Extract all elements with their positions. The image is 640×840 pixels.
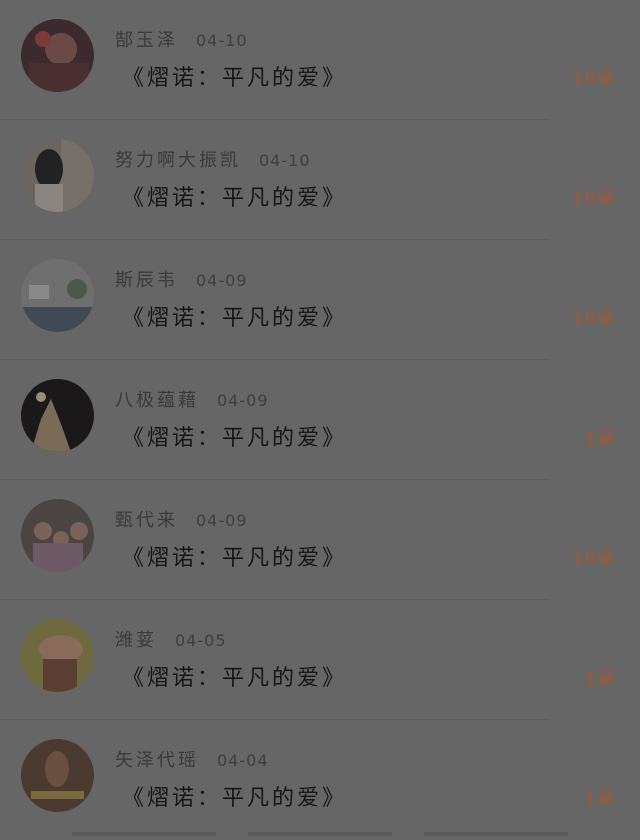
book-title[interactable]: 《熠诺：平凡的爱》 [122,180,347,212]
user-name: 八极蕴藉 04-09 [115,390,269,411]
avatar[interactable] [21,259,94,332]
gift-date: 04-10 [196,31,248,50]
book-title[interactable]: 《熠诺：平凡的爱》 [122,780,347,812]
flower-count: 10朵 [572,548,616,569]
avatar[interactable] [21,739,94,812]
avatar[interactable] [21,619,94,692]
gift-date: 04-09 [217,391,269,410]
flower-count: 1朵 [584,428,616,449]
user-name: 斯辰韦 04-09 [115,270,248,291]
gift-date: 04-10 [259,151,311,170]
book-title[interactable]: 《熠诺：平凡的爱》 [122,420,347,452]
flower-count: 10朵 [572,68,616,89]
flower-count: 10朵 [572,308,616,329]
list-item[interactable]: 甄代来 04-09 《熠诺：平凡的爱》 10朵 [0,480,615,600]
gift-date: 04-09 [196,271,248,290]
list-item[interactable]: 八极蕴藉 04-09 《熠诺：平凡的爱》 1朵 [0,360,615,480]
flower-count: 1朵 [584,788,616,809]
bottom-bar [0,830,640,836]
list-item[interactable]: 潍荽 04-05 《熠诺：平凡的爱》 1朵 [0,600,615,720]
gift-date: 04-09 [196,511,248,530]
list-item[interactable]: 矢泽代瑶 04-04 《熠诺：平凡的爱》 1朵 [0,720,615,840]
flower-count: 1朵 [584,668,616,689]
avatar[interactable] [21,379,94,452]
user-name: 努力啊大振凯 04-10 [115,150,311,171]
book-title[interactable]: 《熠诺：平凡的爱》 [122,660,347,692]
avatar[interactable] [21,19,94,92]
avatar[interactable] [21,499,94,572]
book-title[interactable]: 《熠诺：平凡的爱》 [122,60,347,92]
user-name: 郜玉泽 04-10 [115,30,248,51]
list-item[interactable]: 郜玉泽 04-10 《熠诺：平凡的爱》 10朵 [0,0,615,120]
list-item[interactable]: 斯辰韦 04-09 《熠诺：平凡的爱》 10朵 [0,240,615,360]
gift-record-list: 郜玉泽 04-10 《熠诺：平凡的爱》 10朵 努力啊大振凯 04-10 《熠诺：平… [0,0,640,840]
user-name: 潍荽 04-05 [115,630,227,651]
list-item[interactable]: 努力啊大振凯 04-10 《熠诺：平凡的爱》 10朵 [0,120,615,240]
book-title[interactable]: 《熠诺：平凡的爱》 [122,300,347,332]
flower-count: 10朵 [572,188,616,209]
book-title[interactable]: 《熠诺：平凡的爱》 [122,540,347,572]
user-name: 甄代来 04-09 [115,510,248,531]
gift-date: 04-05 [175,631,227,650]
user-name: 矢泽代瑶 04-04 [115,750,269,771]
gift-date: 04-04 [217,751,269,770]
avatar[interactable] [21,139,94,212]
